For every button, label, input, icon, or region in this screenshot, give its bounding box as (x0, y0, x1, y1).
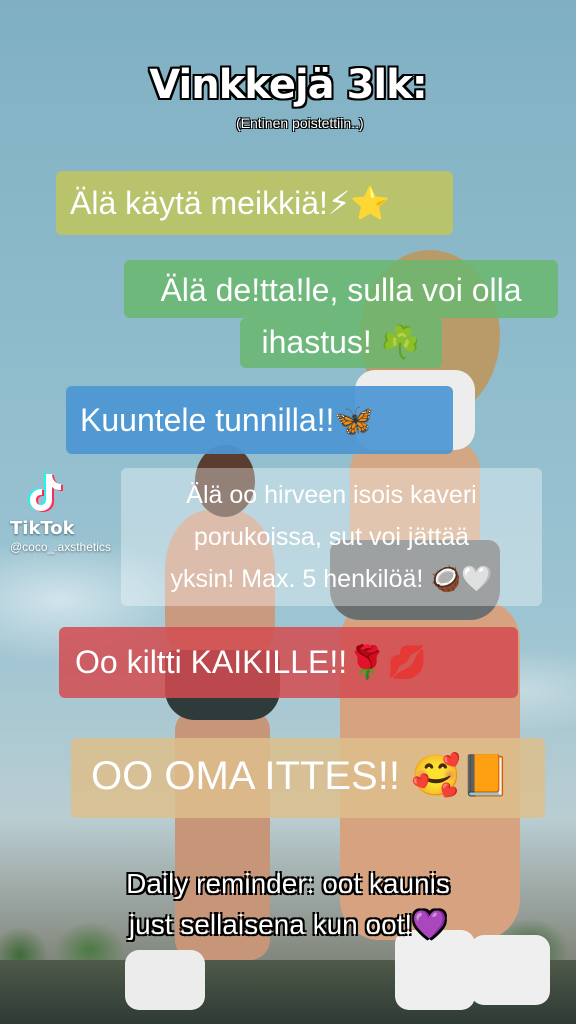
tip-4-text-line-2: porukoissa, sut voi jättää (193, 523, 470, 551)
tip-5-bubble: Oo kiltti KAIKILLE!!🌹💋 (59, 627, 518, 698)
tip-2-text-line-1: Älä de!tta!le, sulla voi olla (160, 272, 522, 308)
tip-4-text-line-1: Älä oo hirveen isois kaveri (186, 481, 477, 509)
tip-5-text: Oo kiltti KAIKILLE!!🌹💋 (75, 644, 427, 680)
sneaker-right-2 (470, 935, 550, 1005)
reminder-line-1: Daily reminder: oot kaunis (126, 868, 450, 899)
tip-1-text: Älä käytä meikkiä!⚡⭐ (70, 185, 391, 221)
tip-2-text-line-2: ihastus! ☘️ (261, 324, 421, 360)
tip-1-bubble: Älä käytä meikkiä!⚡⭐ (56, 171, 453, 235)
tip-3-text: Kuuntele tunnilla!!🦋 (80, 402, 375, 438)
tiktok-watermark-label: TikTok (10, 518, 75, 539)
tiktok-logo-icon (28, 473, 63, 512)
tip-4-bubble: Älä oo hirveen isois kaveri porukoissa, … (121, 468, 542, 606)
page-title: Vinkkejä 3lk: (149, 62, 427, 108)
page-subtitle: (Entinen poistettiin..) (236, 115, 364, 131)
tip-2-bubble-line-1: Älä de!tta!le, sulla voi olla (124, 260, 558, 318)
reminder-line-2: just sellaisena kun oot!💜 (128, 909, 448, 940)
tip-6-text: OO OMA ITTES!! 🥰📙 (91, 754, 511, 798)
tip-6-bubble: OO OMA ITTES!! 🥰📙 (71, 738, 545, 818)
tip-4-text-line-3: yksin! Max. 5 henkilöä! 🥥🤍 (170, 565, 493, 593)
tiktok-username: @coco_.axsthetics (10, 540, 111, 554)
tip-2-bubble-line-2: ihastus! ☘️ (240, 318, 442, 368)
tip-3-bubble: Kuuntele tunnilla!!🦋 (66, 386, 453, 454)
sneaker-left (125, 950, 205, 1010)
